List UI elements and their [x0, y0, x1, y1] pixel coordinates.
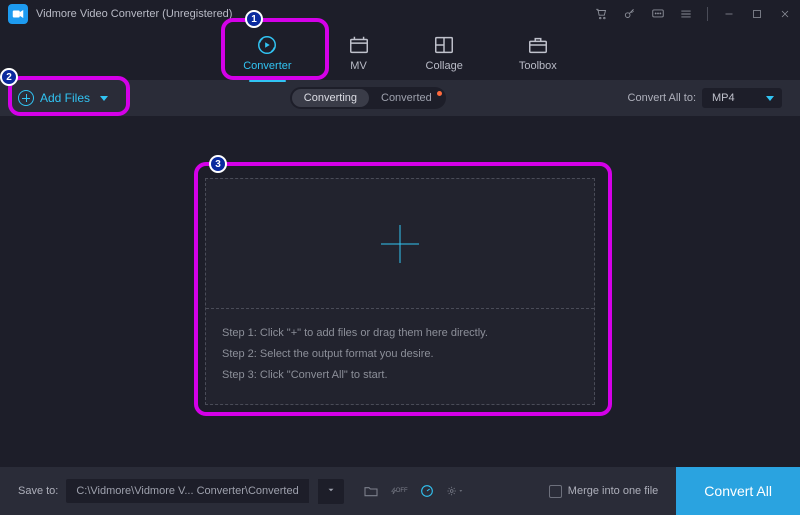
save-to-label: Save to:: [18, 485, 58, 497]
maximize-icon[interactable]: [750, 7, 764, 21]
convert-all-button[interactable]: Convert All: [676, 467, 800, 515]
format-select[interactable]: MP4: [702, 88, 782, 108]
merge-checkbox[interactable]: Merge into one file: [549, 485, 659, 498]
tab-label: Collage: [426, 60, 463, 72]
save-path-field[interactable]: C:\Vidmore\Vidmore V... Converter\Conver…: [66, 479, 308, 503]
notification-dot-icon: [437, 91, 442, 96]
tab-mv[interactable]: MV: [340, 34, 378, 80]
mv-icon: [348, 34, 370, 56]
minimize-icon[interactable]: [722, 7, 736, 21]
drop-instructions: Step 1: Click "+" to add files or drag t…: [206, 309, 594, 404]
feedback-icon[interactable]: [651, 7, 665, 21]
open-folder-icon[interactable]: [362, 482, 380, 500]
tab-collage[interactable]: Collage: [418, 34, 471, 80]
converter-icon: [256, 34, 278, 56]
titlebar: Vidmore Video Converter (Unregistered): [0, 0, 800, 28]
add-files-button[interactable]: Add Files: [18, 90, 108, 106]
step-text: Step 2: Select the output format you des…: [222, 344, 578, 365]
close-icon[interactable]: [778, 7, 792, 21]
toolbar: Add Files Converting Converted Convert A…: [0, 80, 800, 116]
convert-all-to: Convert All to: MP4: [628, 88, 782, 108]
app-title: Vidmore Video Converter (Unregistered): [36, 8, 232, 20]
plus-circle-icon: [18, 90, 34, 106]
subtab-converted[interactable]: Converted: [369, 89, 444, 107]
collage-icon: [433, 34, 455, 56]
checkbox-icon: [549, 485, 562, 498]
toolbox-icon: [527, 34, 549, 56]
drop-top[interactable]: [206, 179, 594, 309]
save-path-dropdown[interactable]: [317, 479, 344, 504]
add-files-label: Add Files: [40, 91, 90, 105]
step-text: Step 1: Click "+" to add files or drag t…: [222, 323, 578, 344]
window-controls: [595, 7, 792, 21]
key-icon[interactable]: [623, 7, 637, 21]
convert-all-to-label: Convert All to:: [628, 92, 696, 104]
hw-accel-icon[interactable]: OFF: [390, 482, 408, 500]
high-speed-icon[interactable]: [418, 482, 436, 500]
bottom-bar: Save to: C:\Vidmore\Vidmore V... Convert…: [0, 467, 800, 515]
drop-zone[interactable]: Step 1: Click "+" to add files or drag t…: [205, 178, 595, 405]
stage: Step 1: Click "+" to add files or drag t…: [0, 116, 800, 467]
tab-label: Toolbox: [519, 60, 557, 72]
tab-toolbox[interactable]: Toolbox: [511, 34, 565, 80]
cart-icon[interactable]: [595, 7, 609, 21]
app-logo-icon: [8, 4, 28, 24]
tab-label: Converter: [243, 60, 291, 72]
step-text: Step 3: Click "Convert All" to start.: [222, 365, 578, 386]
tab-label: MV: [350, 60, 367, 72]
menu-icon[interactable]: [679, 7, 693, 21]
subtabs: Converting Converted: [290, 87, 446, 109]
merge-label: Merge into one file: [568, 485, 659, 497]
subtab-converting[interactable]: Converting: [292, 89, 369, 107]
tab-converter[interactable]: Converter: [235, 34, 299, 80]
settings-gear-icon[interactable]: [446, 482, 464, 500]
chevron-down-icon: [100, 96, 108, 101]
big-plus-icon: [381, 225, 419, 263]
main-nav: Converter MV Collage Toolbox: [0, 28, 800, 80]
